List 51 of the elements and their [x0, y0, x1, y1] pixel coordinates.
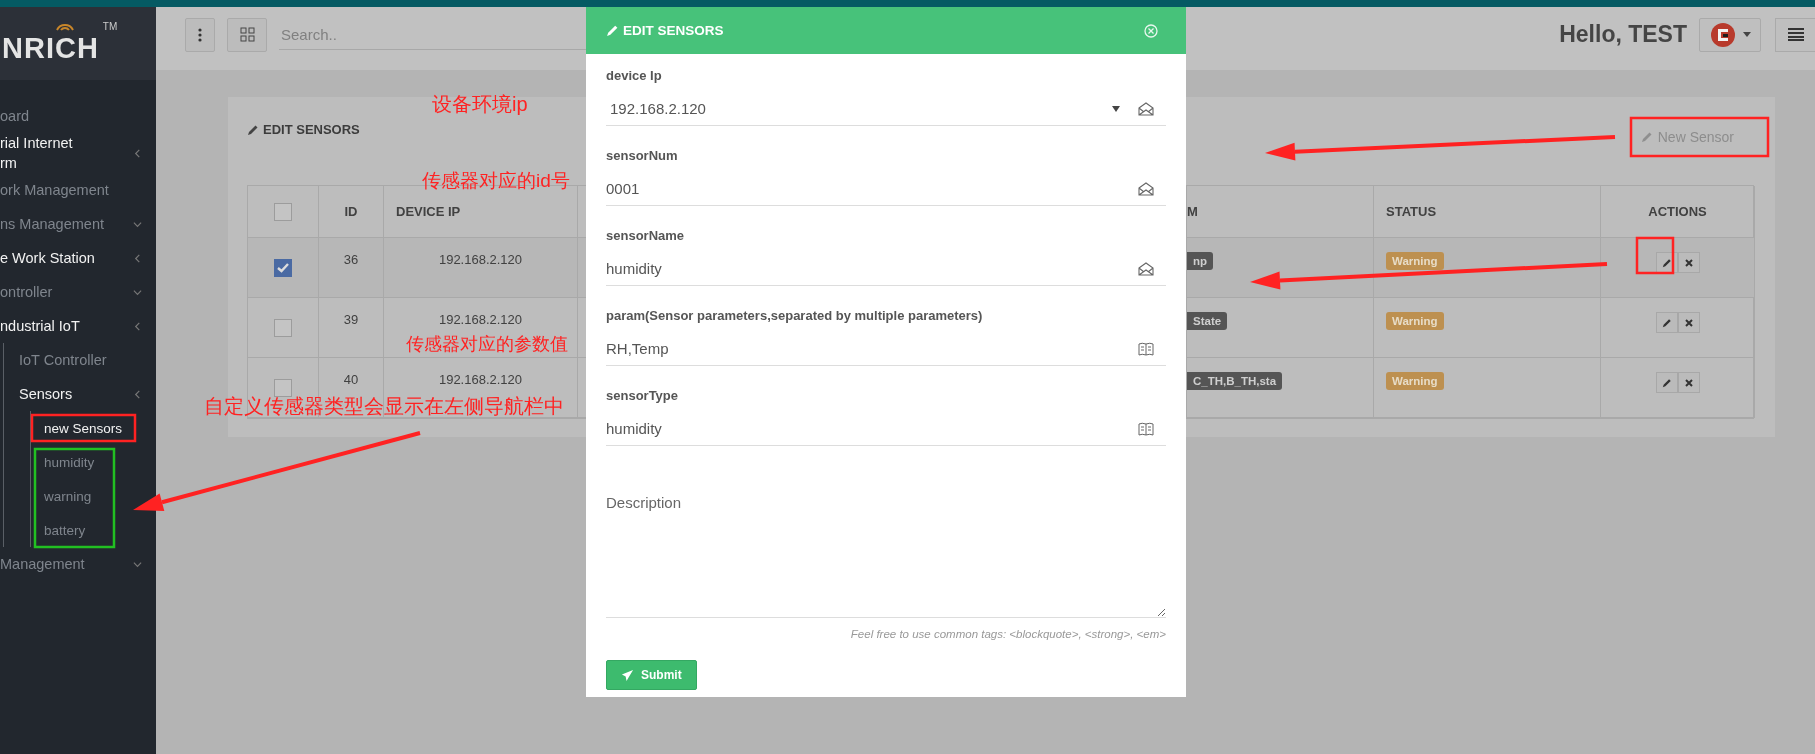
- trademark-mark: TM: [102, 21, 118, 32]
- input-field[interactable]: 0001: [606, 180, 1130, 197]
- field-label: sensorType: [606, 388, 679, 403]
- status-tag: Warning: [1386, 372, 1444, 390]
- sidebar-item[interactable]: warning: [44, 479, 156, 513]
- sidebar-item[interactable]: Sensors: [19, 377, 156, 411]
- sidebar-item[interactable]: ork Management: [0, 173, 156, 207]
- column-header: ACTIONS: [1648, 204, 1707, 219]
- column-header: DEVICE IP: [396, 204, 461, 219]
- sidebar-item[interactable]: new Sensors: [44, 411, 156, 445]
- status-tag: Warning: [1386, 312, 1444, 330]
- greeting-text: Hello, TEST: [1559, 21, 1687, 48]
- sidebar-item[interactable]: humidity: [44, 445, 156, 479]
- field-label: sensorName: [606, 228, 686, 243]
- logo-text: NRICH: [2, 32, 99, 65]
- hint-text: Feel free to use common tags: <blockquote>, <strong>, <em>: [849, 628, 1166, 640]
- sidebar-item[interactable]: ontroller: [0, 275, 156, 309]
- table-cell: 192.168.2.120: [438, 252, 523, 267]
- table-cell: 192.168.2.120: [438, 372, 523, 387]
- card-title: EDIT SENSORS: [263, 122, 360, 137]
- annotation-text: 自定义传感器类型会显示在左侧导航栏中: [204, 394, 564, 418]
- column-header: ID: [344, 204, 358, 219]
- column-header: STATUS: [1386, 204, 1437, 219]
- sidebar-item[interactable]: IoT Controller: [19, 343, 156, 377]
- table-cell: 36: [343, 252, 359, 267]
- sidebar-item[interactable]: e Work Station: [0, 241, 156, 275]
- param-tag: C_TH,B_TH,sta: [1187, 372, 1283, 390]
- device-ip-select[interactable]: 192.168.2.120: [606, 100, 1104, 117]
- field-label: sensorNum: [606, 148, 679, 163]
- status-tag: Warning: [1386, 252, 1444, 270]
- table-cell: 40: [343, 372, 359, 387]
- input-field[interactable]: humidity: [606, 420, 1130, 437]
- sidebar-item[interactable]: ndustrial IoT: [0, 309, 156, 343]
- field-label: param(Sensor parameters,separated by multiple parameters): [606, 308, 984, 323]
- sidebar-item[interactable]: ns Management: [0, 207, 156, 241]
- field-label: device Ip: [606, 68, 663, 83]
- submit-button[interactable]: Submit: [606, 660, 697, 690]
- annotation-text: 传感器对应的id号: [422, 170, 570, 193]
- table-cell: 39: [343, 312, 359, 327]
- table-cell: 192.168.2.120: [438, 312, 523, 327]
- param-tag: np: [1187, 252, 1214, 270]
- annotation-text: 传感器对应的参数值: [406, 334, 568, 356]
- sidebar-item[interactable]: Management: [0, 547, 156, 581]
- param-tag: State: [1187, 312, 1228, 330]
- sidebar-item[interactable]: rial Internet rm: [0, 133, 156, 173]
- sidebar-item[interactable]: oard: [0, 99, 156, 133]
- annotation-text: 设备环境ip: [432, 92, 528, 116]
- input-field[interactable]: RH,Temp: [606, 340, 1130, 357]
- sidebar-item[interactable]: battery: [44, 513, 156, 547]
- column-header: M: [1187, 204, 1198, 219]
- input-field[interactable]: humidity: [606, 260, 1130, 277]
